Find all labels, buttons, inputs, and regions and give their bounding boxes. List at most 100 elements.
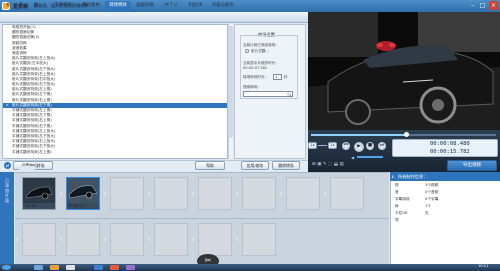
car-preview-image — [308, 12, 500, 130]
search-icon[interactable]: 🔍 — [287, 92, 292, 97]
transition-slot[interactable]: › — [233, 177, 241, 210]
project-info-title: 所有制作信息： — [390, 172, 500, 181]
empty-clip-slot[interactable] — [66, 223, 100, 256]
info-value: 1个 — [425, 204, 432, 208]
empty-clip-slot[interactable] — [154, 223, 188, 256]
effect-duration-unit: 秒 — [284, 75, 288, 79]
info-key: 卡拉OK — [395, 211, 408, 215]
transition-name: 平铺式翻页特效(左上角) — [12, 108, 52, 112]
tab-video[interactable]: 视 — [3, 1, 14, 11]
maximize-button[interactable]: □ — [478, 1, 487, 10]
empty-clip-slot[interactable] — [198, 223, 232, 256]
tab-transitions[interactable]: 转场特效 — [105, 1, 131, 11]
info-key: 音 — [395, 190, 399, 194]
project-info-rows: 视 3个视频 音 0个音频 字幕特效 0个字幕 转 1个 卡拉OK 无 导 — [395, 183, 495, 225]
taskbar-app-icon[interactable] — [94, 265, 103, 270]
info-key: 导 — [395, 218, 399, 222]
taskbar-app-icon[interactable] — [110, 265, 119, 270]
volume-slider[interactable] — [357, 156, 383, 158]
volume-icon: ◀ — [351, 155, 355, 160]
tab-frame[interactable]: 频 — [30, 1, 42, 11]
tab-picture-style[interactable]: 画面风格 — [132, 1, 158, 11]
tab-subtitle-effects[interactable]: 字幕特效 — [50, 1, 76, 11]
tab-karaoke[interactable]: 卡拉OK — [184, 1, 206, 11]
empty-clip-slot[interactable] — [22, 223, 56, 256]
stop-button[interactable]: ■ — [366, 142, 374, 150]
help-button[interactable]: 帮助 — [195, 161, 225, 170]
current-transition-radio[interactable] — [245, 49, 249, 53]
delete-transition-button[interactable]: 删除转场 — [272, 161, 300, 170]
transition-name: 圆形镜面切换(2) — [12, 35, 40, 40]
seek-progress — [311, 134, 405, 136]
transition-name: 平铺式翻页特效(左下角) — [12, 113, 52, 118]
clip-label-1: 00:08 — [26, 204, 37, 208]
current-time: 00:00:08.480 — [430, 141, 470, 147]
start-button-icon[interactable] — [2, 265, 11, 270]
transition-slot[interactable]: › — [101, 223, 109, 256]
transition-name: 胶片式翻页特效(左下角) — [12, 92, 52, 97]
empty-clip-slot[interactable] — [242, 177, 276, 210]
transition-slot[interactable]: › — [145, 223, 153, 256]
close-button[interactable]: × — [489, 1, 498, 10]
empty-clip-slot[interactable] — [110, 177, 144, 210]
transition-slot[interactable]: › — [233, 223, 241, 256]
transition-name: 平铺式翻页特效(右下放大) — [12, 144, 56, 149]
info-key: 视 — [395, 183, 399, 187]
empty-clip-slot[interactable] — [154, 177, 188, 210]
export-video-button[interactable]: 导出视频 — [447, 160, 497, 171]
tab-mtv[interactable]: M T V — [160, 1, 182, 11]
next-button[interactable]: ⏭ — [378, 142, 386, 150]
tab-overlay[interactable]: 叠加素材 — [78, 1, 104, 11]
transition-name: 胶片式翻页(左中放大) — [12, 61, 49, 66]
transition-name: 胶片式翻页特效(左上角) — [12, 87, 52, 92]
search-label: 搜索转场： — [243, 85, 261, 89]
empty-clip-slot[interactable] — [330, 177, 364, 210]
transition-slot[interactable]: › — [189, 223, 197, 256]
transition-name: 渐变消除 — [12, 50, 27, 55]
empty-clip-slot[interactable] — [198, 177, 232, 210]
current-transition-label: 当前片段已添加转场： — [243, 43, 279, 47]
transition-slot[interactable]: › — [145, 177, 153, 210]
transition-slot[interactable]: › — [277, 177, 285, 210]
taskbar-app-icon[interactable] — [66, 265, 75, 270]
transition-slot[interactable]: › — [57, 223, 65, 256]
transition-name: 平铺式翻页特效(左下放大) — [12, 133, 56, 138]
video-preview — [308, 12, 500, 130]
taskbar-app-icon[interactable] — [126, 265, 135, 270]
transition-list-item[interactable]: 平铺式翻页特效(左上角) — [3, 150, 227, 155]
empty-clip-slot[interactable] — [242, 223, 276, 256]
transition-slot[interactable]: › — [13, 223, 21, 256]
empty-clip-slot[interactable] — [286, 177, 320, 210]
empty-clip-slot[interactable] — [110, 223, 144, 256]
effect-duration-input[interactable]: 1 — [273, 74, 282, 80]
transition-name: 胶片式翻页特效(右上角) — [12, 97, 52, 102]
timeline-side-tab[interactable]: 已添加片段 — [0, 172, 14, 271]
taskbar-app-icon[interactable] — [34, 265, 43, 270]
tab-upgrade[interactable]: 升级与服务 — [208, 1, 238, 11]
info-value: 3个视频 — [425, 183, 439, 187]
prev-button[interactable]: ⏮ — [342, 142, 350, 150]
player-tool-icons[interactable]: ⊞ ▣ ✎ ⬚ ⬓ ▤ — [312, 162, 344, 167]
transition-name: 胶片式翻页特效(右下角) — [12, 102, 52, 107]
seek-handle[interactable] — [404, 132, 409, 137]
minimize-button[interactable]: – — [468, 1, 477, 10]
zoom-in-button[interactable]: 2X — [328, 142, 337, 149]
tab-audio[interactable]: 音 — [16, 1, 26, 11]
taskbar-app-icon[interactable] — [50, 265, 59, 270]
play-button[interactable]: ▶ — [354, 142, 364, 152]
transition-name: 穿越切换 — [12, 40, 27, 45]
transition-name: 胶片式翻页特效(右中放大) — [12, 76, 56, 81]
clip-label-2: 00:08 (1) — [68, 204, 85, 208]
transition-slot-1[interactable]: › — [57, 177, 65, 210]
zoom-out-button[interactable]: 2X — [308, 142, 317, 149]
info-icon: ℹ — [392, 174, 394, 179]
transition-slot[interactable]: › — [101, 177, 109, 210]
transition-slot[interactable]: › — [189, 177, 197, 210]
transition-slot[interactable]: › — [321, 177, 329, 210]
timeline-side-label: 已添加片段 — [5, 178, 9, 203]
list-scroll-thumb[interactable] — [228, 26, 233, 138]
apply-button[interactable]: 应用/修改 — [241, 161, 269, 170]
search-input[interactable] — [243, 91, 293, 97]
transition-name: 平铺式翻页特效(右下角) — [12, 123, 52, 128]
zoom-slider[interactable] — [318, 145, 327, 146]
